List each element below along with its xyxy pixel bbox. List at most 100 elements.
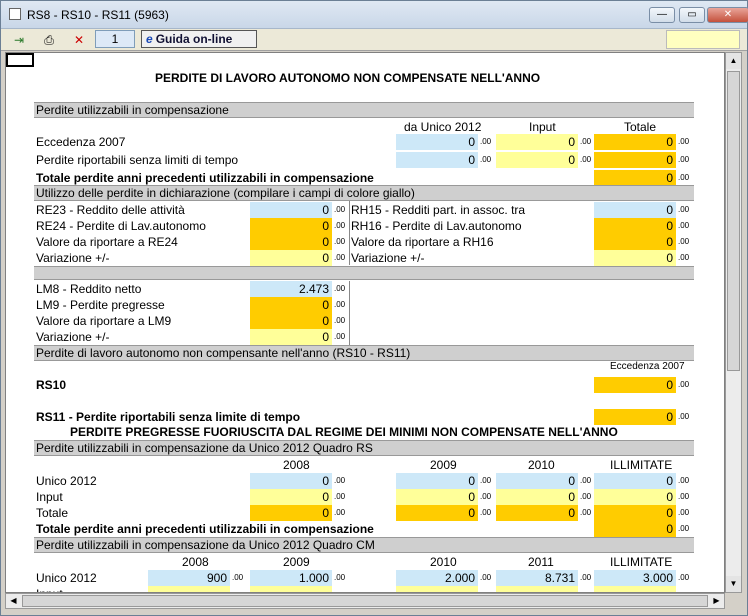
input-field[interactable]: 2.000 [396,570,478,586]
col-header: Input [529,120,556,134]
scroll-up-icon[interactable]: ▲ [726,53,741,69]
decimal-label: .00 [580,492,592,501]
row-label: RH16 - Perdite di Lav.autonomo [351,219,522,233]
decimal-label: .00 [580,573,592,582]
form-area: PERDITE DI LAVORO AUTONOMO NON COMPENSAT… [5,52,725,593]
decimal-label: .00 [678,221,690,230]
row-label: LM9 - Perdite pregresse [36,298,165,312]
input-field[interactable]: 0 [496,473,578,489]
divider [349,201,350,265]
page-number[interactable]: 1 [95,30,135,48]
section-header: Perdite utilizzabili in compensazione da… [34,440,694,456]
scroll-thumb[interactable] [22,595,708,607]
row-label: LM8 - Reddito netto [36,282,142,296]
row-label: Eccedenza 2007 [36,135,126,149]
row-label: Perdite riportabili senza limiti di temp… [36,153,239,167]
decimal-label: .00 [480,476,492,485]
input-field[interactable]: 0 [396,473,478,489]
maximize-button[interactable]: ▭ [679,7,705,23]
input-field[interactable]: 0 [496,152,578,168]
total-field: 0 [594,152,676,168]
row-label: Totale perdite anni precedenti utilizzab… [36,522,374,536]
input-field[interactable]: 0 [250,473,332,489]
input-field[interactable]: 0 [250,329,332,345]
decimal-label: .00 [480,573,492,582]
section-header: Perdite di lavoro autonomo non compensan… [34,345,694,361]
minimize-button[interactable]: — [649,7,675,23]
app-icon [9,8,21,20]
row-label: Valore da riportare a LM9 [36,314,172,328]
close-button[interactable]: ✕ [707,7,748,23]
input-field[interactable]: 0 [594,202,676,218]
input-field[interactable]: 0 [250,202,332,218]
total-field: 0 [250,234,332,250]
decimal-label: .00 [334,492,346,501]
guida-label: Guida on-line [155,32,233,46]
decimal-label: .00 [580,155,592,164]
row-label: Unico 2012 [36,474,97,488]
toolbar: ⇥ ⎙ ✕ 1 e Guida on-line [1,29,747,51]
row-label: Valore da riportare a RE24 [36,235,178,249]
scroll-thumb[interactable] [727,71,740,371]
total-field: 0 [594,218,676,234]
input-field[interactable]: 2.473 [250,281,332,297]
row-label: Unico 2012 [36,571,97,585]
row-label: Input [36,586,63,592]
input-field[interactable]: 0 [396,152,478,168]
total-field: 0 [496,505,578,521]
scroll-right-icon[interactable]: ▶ [709,594,724,608]
total-field: 0 [250,297,332,313]
input-field[interactable]: 0 [496,134,578,150]
print-icon[interactable]: ⎙ [39,31,59,49]
input-field[interactable] [594,586,676,592]
decimal-label: .00 [678,237,690,246]
horizontal-scrollbar[interactable]: ◀ ▶ [5,593,725,609]
input-field[interactable]: 0 [594,489,676,505]
input-field[interactable]: 0 [396,134,478,150]
decimal-label: .00 [678,137,690,146]
input-field[interactable]: 0 [250,250,332,266]
vertical-scrollbar[interactable]: ▲ ▼ [725,52,742,593]
input-field[interactable]: 3.000 [594,570,676,586]
input-field[interactable]: 0 [496,489,578,505]
input-field[interactable]: 0 [250,489,332,505]
delete-icon[interactable]: ✕ [69,31,89,49]
help-icon: e [146,32,153,46]
input-field[interactable] [250,586,332,592]
guida-online-button[interactable]: e Guida on-line [141,30,257,48]
total-field: 0 [594,377,676,393]
total-field: 0 [594,409,676,425]
input-field[interactable]: 0 [396,489,478,505]
scroll-down-icon[interactable]: ▼ [726,576,741,592]
input-field[interactable]: 900 [148,570,230,586]
decimal-label: .00 [334,221,346,230]
decimal-label: .00 [480,137,492,146]
input-field[interactable] [396,586,478,592]
col-header: 2009 [283,555,310,569]
decimal-label: .00 [480,508,492,517]
row-label: RS10 [36,378,67,392]
input-field[interactable]: 1.000 [250,570,332,586]
decimal-label: .00 [334,573,346,582]
decimal-label: .00 [678,412,690,421]
decimal-label: .00 [334,284,346,293]
scroll-left-icon[interactable]: ◀ [6,594,21,608]
decimal-label: .00 [232,573,244,582]
decimal-label: .00 [580,137,592,146]
row-label: RE23 - Reddito delle attività [36,203,185,217]
input-field[interactable]: 8.731 [496,570,578,586]
decimal-label: .00 [334,508,346,517]
input-field[interactable]: 0 [594,250,676,266]
total-field: 0 [396,505,478,521]
total-field: 0 [250,218,332,234]
input-field[interactable] [148,586,230,592]
section-title: PERDITE PREGRESSE FUORIUSCITA DAL REGIME… [70,425,618,439]
row-label: Totale perdite anni precedenti utilizzab… [36,171,374,185]
exit-icon[interactable]: ⇥ [9,31,29,49]
col-header: Eccedenza 2007 [610,361,685,372]
decimal-label: .00 [678,380,690,389]
input-field[interactable]: 0 [594,473,676,489]
row-label: RS11 - Perdite riportabili senza limite … [36,410,301,424]
input-field[interactable] [496,586,578,592]
decimal-label: .00 [678,524,690,533]
